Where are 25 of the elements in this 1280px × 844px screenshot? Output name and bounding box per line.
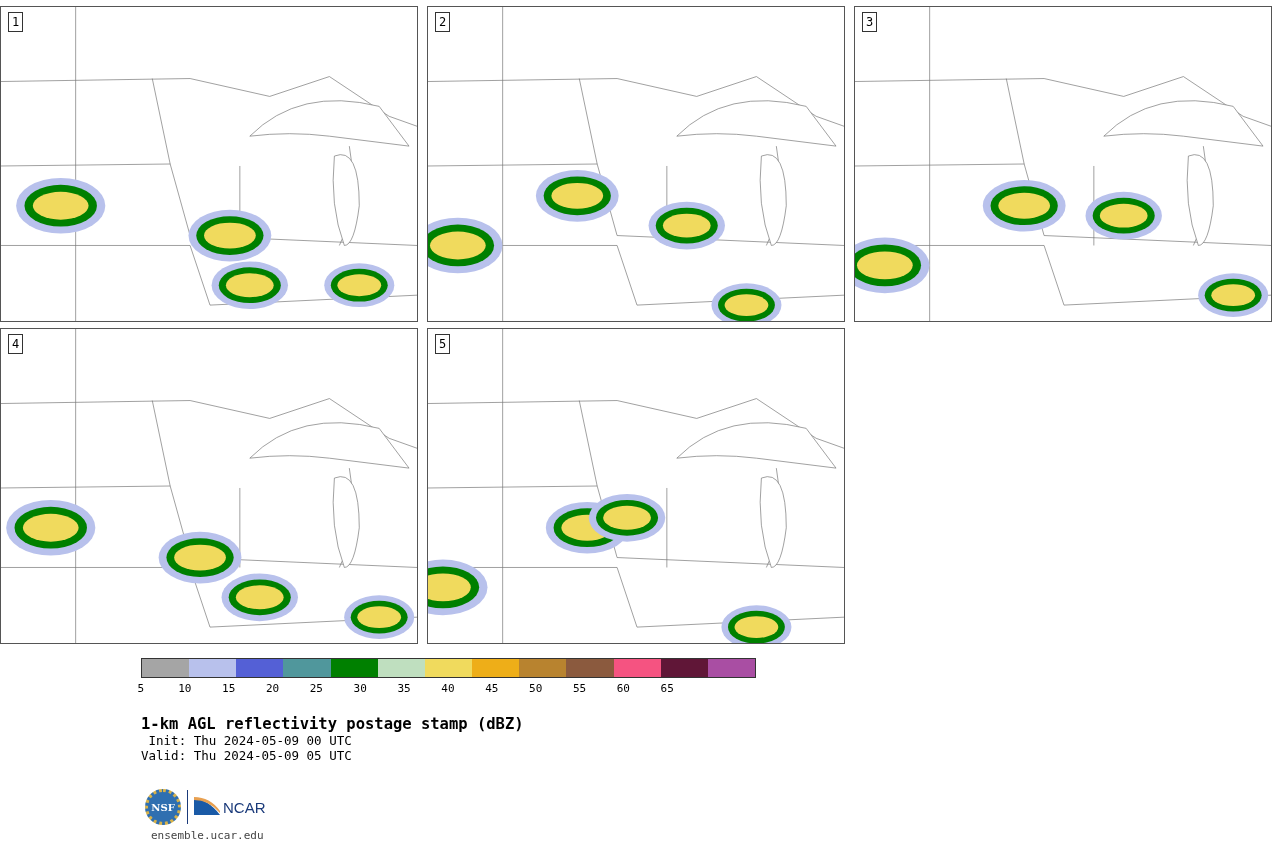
ncar-logo-text: NCAR bbox=[223, 798, 266, 816]
tick-label: 5 bbox=[136, 682, 146, 695]
nsf-logo: NSF bbox=[145, 789, 181, 825]
chart-title: 1-km AGL reflectivity postage stamp (dBZ) bbox=[141, 715, 525, 733]
panel-number: 3 bbox=[862, 12, 878, 32]
init-time: Init: Thu 2024-05-09 00 UTC bbox=[147, 733, 353, 748]
tick-label: 55 bbox=[571, 682, 588, 695]
tick-label: 10 bbox=[177, 682, 193, 695]
panel-number: 2 bbox=[435, 12, 451, 32]
tick-label: 50 bbox=[528, 682, 544, 695]
site-address: ensemble.ucar.edu bbox=[151, 829, 265, 842]
panel-number: 4 bbox=[8, 334, 24, 354]
valid-time: Valid: Thu 2024-05-09 05 UTC bbox=[141, 748, 353, 763]
tick-label: 20 bbox=[264, 682, 281, 695]
tick-label: 40 bbox=[440, 682, 456, 695]
swoosh-icon bbox=[194, 797, 220, 817]
panel-number: 1 bbox=[8, 12, 24, 32]
tick-label: 60 bbox=[615, 682, 631, 695]
tick-label: 35 bbox=[396, 682, 412, 695]
tick-label: 45 bbox=[484, 682, 500, 695]
tick-label: 15 bbox=[221, 682, 237, 695]
panel-number: 5 bbox=[435, 334, 451, 354]
tick-label: 65 bbox=[659, 682, 675, 695]
tick-label: 30 bbox=[352, 682, 368, 695]
tick-label: 25 bbox=[308, 682, 324, 695]
